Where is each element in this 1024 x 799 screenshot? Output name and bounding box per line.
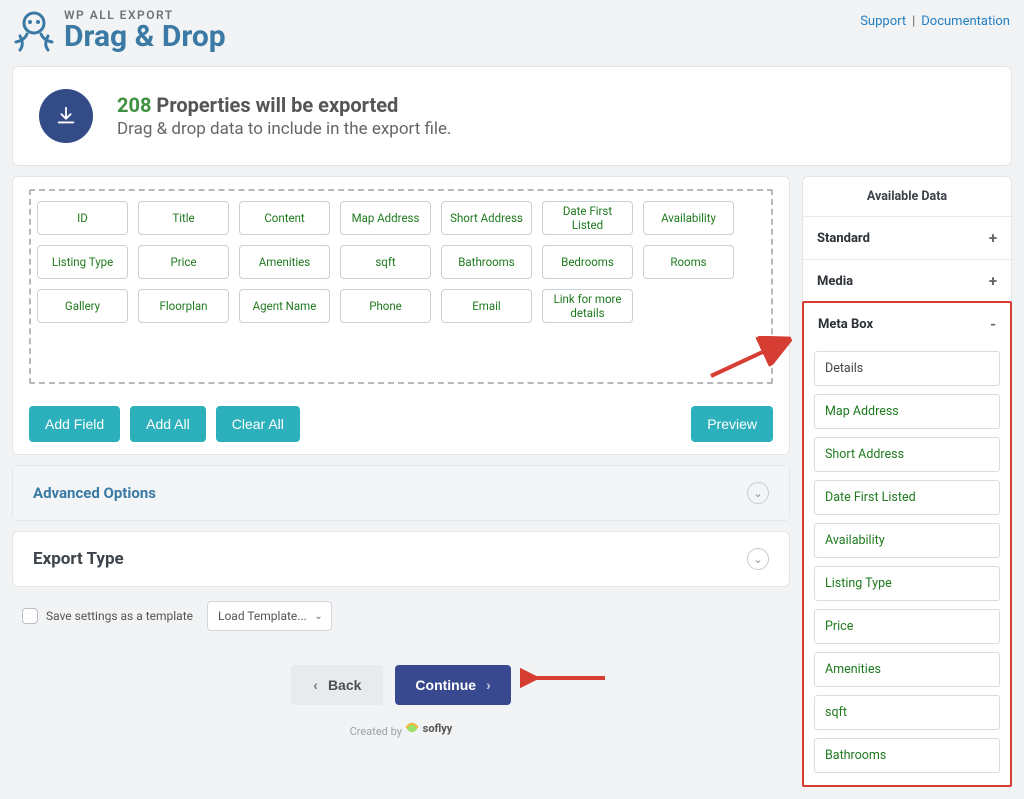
chevron-down-icon: ⌄ (747, 548, 769, 570)
field-drop-zone[interactable]: ID Title Content Map Address Short Address Da… (29, 189, 773, 384)
field-chip[interactable]: Date First Listed (542, 201, 633, 235)
group-media[interactable]: Media + (803, 259, 1011, 302)
field-chip[interactable]: Title (138, 201, 229, 235)
meta-box-item[interactable]: Listing Type (814, 566, 1000, 601)
available-data-title: Available Data (803, 177, 1011, 216)
add-all-button[interactable]: Add All (130, 406, 206, 442)
minus-icon: - (990, 315, 996, 333)
field-chip[interactable]: Rooms (643, 245, 734, 279)
chevron-left-icon: ‹ (313, 677, 318, 693)
plus-icon: + (989, 229, 997, 247)
field-chip[interactable]: Floorplan (138, 289, 229, 323)
save-template-row: Save settings as a template Load Templat… (12, 587, 790, 635)
soflyy-logo-icon (405, 721, 419, 735)
field-chip[interactable]: Content (239, 201, 330, 235)
documentation-link[interactable]: Documentation (921, 14, 1010, 29)
back-button[interactable]: ‹ Back (291, 665, 383, 705)
app-logo-icon (14, 8, 54, 52)
download-icon (39, 89, 93, 143)
export-summary-card: 208 Properties will be exported Drag & d… (12, 66, 1012, 166)
field-chip[interactable]: Gallery (37, 289, 128, 323)
field-chip[interactable]: Availability (643, 201, 734, 235)
add-field-button[interactable]: Add Field (29, 406, 120, 442)
export-headline: 208 Properties will be exported (117, 93, 452, 117)
export-type-section[interactable]: Export Type ⌄ (12, 531, 790, 587)
export-count: 208 (117, 93, 151, 117)
meta-box-item[interactable]: Bathrooms (814, 738, 1000, 773)
field-chip[interactable]: Price (138, 245, 229, 279)
meta-box-item[interactable]: Map Address (814, 394, 1000, 429)
field-chip[interactable]: ID (37, 201, 128, 235)
meta-box-item[interactable]: Details (814, 351, 1000, 386)
meta-box-item[interactable]: Availability (814, 523, 1000, 558)
advanced-options-section[interactable]: Advanced Options ⌄ (12, 465, 790, 521)
field-chip[interactable]: Phone (340, 289, 431, 323)
field-chip[interactable]: Short Address (441, 201, 532, 235)
save-template-checkbox[interactable] (22, 608, 38, 624)
advanced-options-title: Advanced Options (33, 484, 156, 502)
field-chip[interactable]: Agent Name (239, 289, 330, 323)
meta-box-item[interactable]: Amenities (814, 652, 1000, 687)
chevron-down-icon: ⌄ (314, 611, 322, 622)
wizard-nav: ‹ Back Continue › (12, 665, 790, 705)
field-chip[interactable]: Bathrooms (441, 245, 532, 279)
header-links: Support | Documentation (860, 8, 1010, 29)
continue-button[interactable]: Continue › (395, 665, 510, 705)
field-chip[interactable]: Amenities (239, 245, 330, 279)
meta-box-item[interactable]: Price (814, 609, 1000, 644)
footer-credit: Created by soflyy (12, 721, 790, 738)
available-data-panel: Available Data Standard + Media + Meta B… (802, 176, 1012, 787)
field-builder: ID Title Content Map Address Short Address Da… (12, 176, 790, 455)
field-chip[interactable]: Email (441, 289, 532, 323)
export-subline: Drag & drop data to include in the expor… (117, 119, 452, 139)
meta-box-item[interactable]: Date First Listed (814, 480, 1000, 515)
field-chip[interactable]: Bedrooms (542, 245, 633, 279)
chevron-right-icon: › (486, 677, 491, 693)
group-standard[interactable]: Standard + (803, 216, 1011, 259)
load-template-select[interactable]: Load Template... ⌄ (207, 601, 332, 631)
export-type-title: Export Type (33, 549, 124, 569)
field-chip[interactable]: sqft (340, 245, 431, 279)
group-meta-box[interactable]: Meta Box - (804, 303, 1010, 345)
brand-large-text: Drag & Drop (64, 22, 226, 52)
app-header: WP ALL EXPORT Drag & Drop Support | Docu… (0, 0, 1024, 56)
plus-icon: + (989, 272, 997, 290)
field-chip[interactable]: Map Address (340, 201, 431, 235)
meta-box-item[interactable]: sqft (814, 695, 1000, 730)
meta-box-item[interactable]: Short Address (814, 437, 1000, 472)
chevron-down-icon: ⌄ (747, 482, 769, 504)
clear-all-button[interactable]: Clear All (216, 406, 300, 442)
save-template-label: Save settings as a template (46, 609, 193, 623)
field-chip[interactable]: Listing Type (37, 245, 128, 279)
field-chip[interactable]: Link for more details (542, 289, 633, 323)
support-link[interactable]: Support (860, 14, 906, 29)
preview-button[interactable]: Preview (691, 406, 773, 442)
